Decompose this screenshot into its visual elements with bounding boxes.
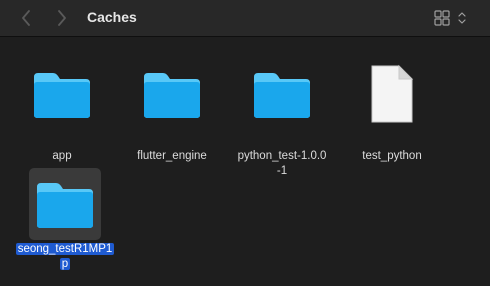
file-item-app[interactable]: app — [12, 58, 112, 162]
window-title: Caches — [87, 9, 137, 25]
document-icon — [371, 64, 414, 123]
file-name: test_python — [362, 150, 422, 162]
folder-icon — [144, 73, 200, 118]
folder-icon — [254, 73, 310, 118]
file-item-seong-test[interactable]: seong_testR1MP1 p — [15, 168, 115, 278]
back-button[interactable] — [17, 8, 35, 28]
grid-view-icon — [434, 10, 466, 26]
view-options-button[interactable] — [433, 9, 473, 27]
toolbar: Caches — [0, 0, 490, 37]
selection-highlight — [29, 168, 101, 240]
file-item-test-python[interactable]: test_python — [342, 58, 442, 162]
file-name: seong_testR1MP1 p — [15, 243, 115, 270]
file-item-flutter-engine[interactable]: flutter_engine — [122, 58, 222, 162]
file-grid: app flutter_engine python_test-1.0.0 -1 — [0, 38, 490, 286]
file-item-python-test[interactable]: python_test-1.0.0 -1 — [232, 58, 332, 177]
folder-icon — [34, 73, 90, 118]
file-name: python_test-1.0.0 -1 — [237, 150, 327, 177]
chevron-left-icon — [22, 10, 30, 26]
file-name: flutter_engine — [137, 150, 207, 162]
folder-icon — [37, 183, 93, 228]
file-name: app — [52, 150, 72, 162]
chevron-right-icon — [58, 10, 66, 26]
forward-button[interactable] — [53, 8, 71, 28]
